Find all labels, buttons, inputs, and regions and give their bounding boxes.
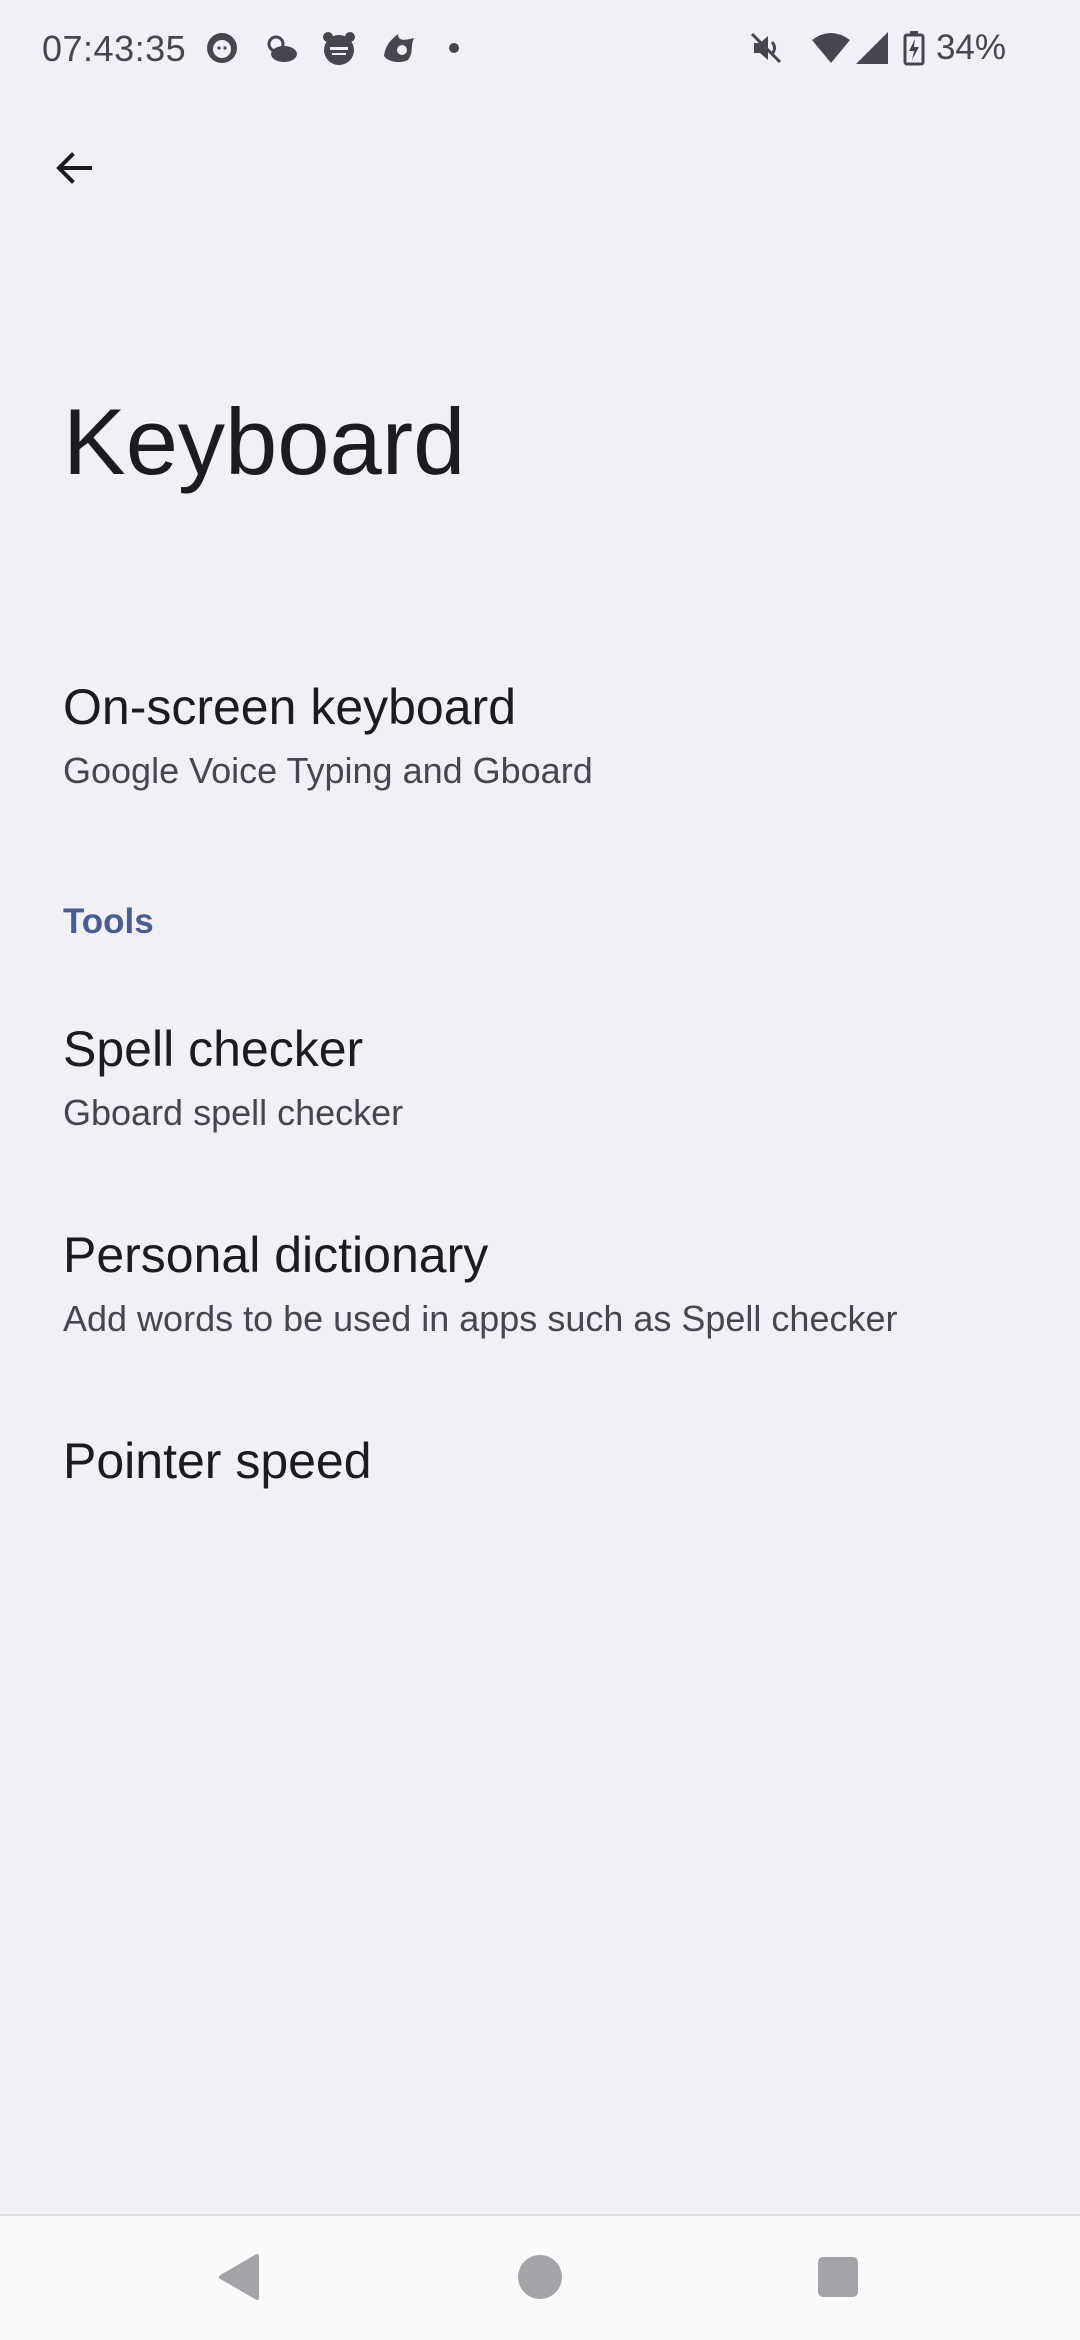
pointer-speed-item[interactable]: Pointer speed (0, 1400, 1080, 1530)
on-screen-keyboard-summary: Google Voice Typing and Gboard (63, 750, 593, 791)
settings-screen: 07:43:35 34% Keyboard On-screen keyboard… (0, 0, 1080, 2340)
nav-home-icon (516, 2253, 564, 2306)
mute-icon (748, 30, 784, 66)
back-button[interactable] (34, 130, 114, 210)
nav-back-icon (217, 2252, 263, 2307)
more-notifications-dot-icon (446, 30, 482, 66)
page-title: Keyboard (63, 389, 466, 494)
spell-checker-summary: Gboard spell checker (63, 1092, 404, 1133)
notification-app-icon (204, 30, 240, 66)
on-screen-keyboard-item[interactable]: On-screen keyboard Google Voice Typing a… (0, 640, 1080, 830)
signal-icon (854, 30, 890, 66)
wifi-icon (810, 30, 850, 66)
weather-icon (262, 30, 298, 66)
spell-checker-item[interactable]: Spell checker Gboard spell checker (0, 990, 1080, 1170)
on-screen-keyboard-title: On-screen keyboard (63, 679, 517, 735)
nav-back-button[interactable] (200, 2246, 280, 2312)
spell-checker-title: Spell checker (63, 1021, 364, 1077)
status-bar: 07:43:35 34% (0, 0, 1080, 96)
status-time: 07:43:35 (42, 28, 187, 69)
nav-recents-button[interactable] (798, 2246, 878, 2312)
navigation-bar (0, 2214, 1080, 2340)
nav-home-button[interactable] (500, 2246, 580, 2312)
battery-charging-icon (902, 30, 938, 66)
arrow-back-icon (50, 144, 98, 197)
battery-percentage: 34% (935, 28, 1006, 67)
notification-app-icon (320, 30, 356, 66)
pointer-speed-title: Pointer speed (63, 1433, 372, 1489)
tools-section-header: Tools (63, 902, 154, 941)
notification-app-icon (380, 30, 416, 66)
personal-dictionary-title: Personal dictionary (63, 1227, 489, 1283)
personal-dictionary-item[interactable]: Personal dictionary Add words to be used… (0, 1196, 1080, 1376)
personal-dictionary-summary: Add words to be used in apps such as Spe… (63, 1298, 898, 1339)
nav-recents-icon (816, 2255, 860, 2304)
